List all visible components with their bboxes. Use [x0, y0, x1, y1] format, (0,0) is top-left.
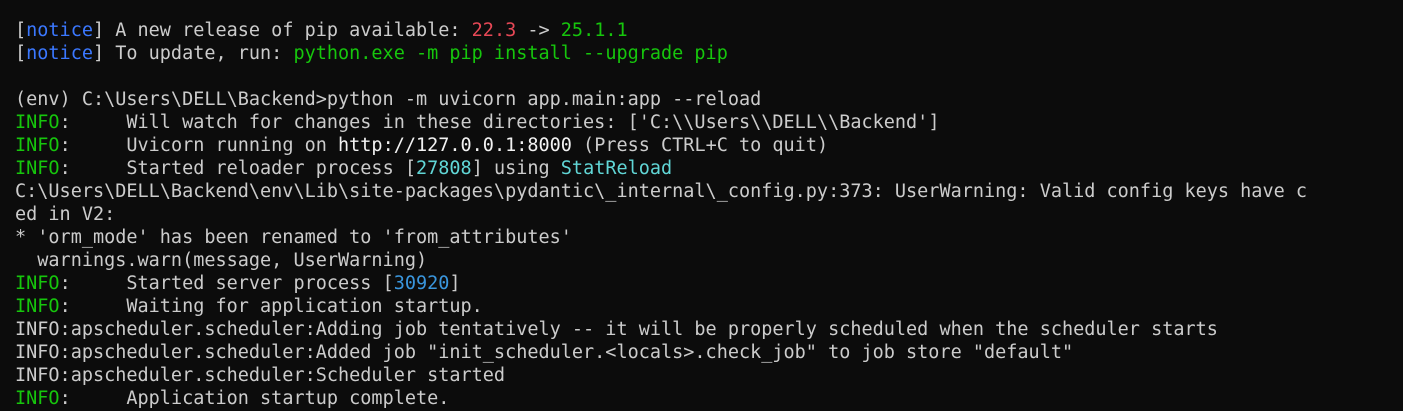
terminal-line: (env) C:\Users\DELL\Backend>python -m uv… [15, 88, 1403, 111]
terminal-text-segment: : Uvicorn running on [59, 135, 339, 156]
terminal-text-segment: INFO [15, 135, 60, 156]
terminal-text-segment: 22.3 [471, 20, 517, 41]
terminal-text-segment: http://127.0.0.1:8000 [338, 135, 572, 156]
terminal-line: INFO: Waiting for application startup. [15, 295, 1403, 318]
terminal-line: INFO: Uvicorn running on http://127.0.0.… [15, 134, 1403, 157]
terminal-text-segment: ] A new release of pip available: [92, 20, 472, 41]
terminal-text-segment: notice [26, 20, 93, 41]
terminal-text-segment: ] using [471, 158, 561, 179]
terminal-text-segment: C:\Users\DELL\Backend\env\Lib\site-packa… [15, 181, 1308, 202]
terminal-text-segment: warnings.warn(message, UserWarning) [15, 250, 428, 271]
terminal-line: INFO: Will watch for changes in these di… [15, 111, 1403, 134]
terminal-line: INFO: Started reloader process [27808] u… [15, 157, 1403, 180]
terminal-text-segment: : Started server process [ [59, 273, 394, 294]
terminal-line: INFO:apscheduler.scheduler:Adding job te… [15, 318, 1403, 341]
terminal-text-segment: * 'orm_mode' has been renamed to 'from_a… [15, 227, 572, 248]
terminal-text-segment: 27808 [415, 158, 472, 179]
terminal-line: C:\Users\DELL\Backend\env\Lib\site-packa… [15, 180, 1403, 203]
terminal-text-segment: python.exe -m pip install --upgrade pip [293, 43, 728, 64]
terminal-text-segment: INFO:apscheduler.scheduler:Adding job te… [15, 319, 1218, 340]
terminal-text-segment: ] To update, run: [92, 43, 294, 64]
terminal-line: * 'orm_mode' has been renamed to 'from_a… [15, 226, 1403, 249]
terminal-text-segment: 30920 [393, 273, 450, 294]
terminal-line: INFO: Started server process [30920] [15, 272, 1403, 295]
terminal-text-segment: StatReload [560, 158, 673, 179]
terminal-line: warnings.warn(message, UserWarning) [15, 249, 1403, 272]
terminal-text-segment: -> [516, 20, 561, 41]
terminal-text-segment: 25.1.1 [560, 20, 628, 41]
terminal-text-segment: : Application startup complete. [59, 388, 450, 409]
terminal-text-segment: INFO:apscheduler.scheduler:Scheduler sta… [15, 365, 506, 386]
terminal-text-segment: [ [15, 20, 27, 41]
terminal-text-segment: INFO [15, 388, 60, 409]
terminal-line: INFO:apscheduler.scheduler:Added job "in… [15, 341, 1403, 364]
terminal-text-segment: notice [26, 43, 93, 64]
terminal-line: INFO:apscheduler.scheduler:Scheduler sta… [15, 364, 1403, 387]
terminal-text-segment: INFO [15, 158, 60, 179]
terminal-text-segment: INFO:apscheduler.scheduler:Added job "in… [15, 342, 1074, 363]
terminal-text-segment: (Press CTRL+C to quit) [571, 135, 829, 156]
terminal-text-segment: : Will watch for changes in these direct… [59, 112, 940, 133]
terminal-text-segment: INFO [15, 273, 60, 294]
terminal-text-segment: INFO [15, 296, 60, 317]
terminal-output[interactable]: [notice] A new release of pip available:… [0, 0, 1403, 411]
terminal-text-segment: [ [15, 43, 27, 64]
terminal-text-segment: : Started reloader process [ [59, 158, 416, 179]
terminal-line: [notice] A new release of pip available:… [15, 19, 1403, 42]
terminal-line: ed in V2: [15, 203, 1403, 226]
terminal-line: INFO: Application startup complete. [15, 387, 1403, 410]
terminal-text-segment: ] [449, 273, 461, 294]
terminal-text-segment: INFO [15, 112, 60, 133]
terminal-line: [notice] To update, run: python.exe -m p… [15, 42, 1403, 65]
terminal-text-segment: (env) C:\Users\DELL\Backend>python -m uv… [15, 89, 762, 110]
terminal-text-segment: ed in V2: [15, 204, 116, 225]
terminal-text-segment: : Waiting for application startup. [59, 296, 483, 317]
